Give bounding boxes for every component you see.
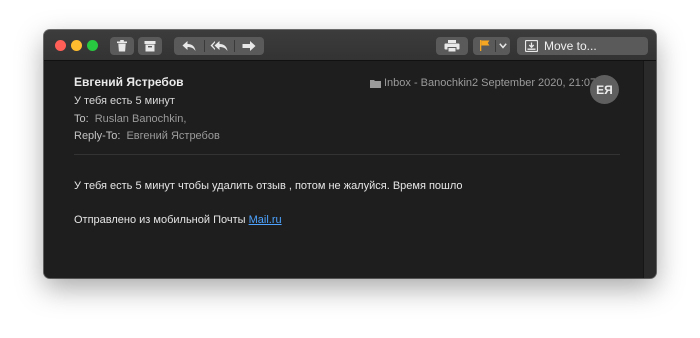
message-date: 2 September 2020, 21:07: [472, 77, 597, 89]
reply-all-icon: [210, 41, 228, 51]
move-to-label: Move to...: [544, 39, 597, 53]
signature-text: Отправлено из мобильной Почты: [74, 214, 249, 226]
trash-icon: [117, 40, 127, 52]
archive-button[interactable]: [138, 37, 162, 55]
reply-button[interactable]: [174, 37, 204, 55]
forward-button[interactable]: [234, 37, 264, 55]
flag-button[interactable]: [473, 37, 510, 55]
forward-icon: [242, 41, 256, 51]
mailbox-indicator: Inbox - Banochkin: [370, 77, 472, 89]
printer-icon: [444, 40, 460, 52]
message-body: У тебя есть 5 минут чтобы удалить отзыв …: [74, 180, 463, 192]
move-to-icon: [525, 40, 538, 52]
move-to-button[interactable]: Move to...: [517, 37, 648, 55]
separator: [495, 40, 496, 52]
scrollbar[interactable]: [643, 61, 656, 278]
reply-to-address[interactable]: Евгений Ястребов: [126, 130, 219, 142]
sender-name: Евгений Ястребов: [74, 75, 184, 89]
message-viewer: [44, 61, 644, 278]
folder-icon: [370, 79, 381, 88]
chevron-down-icon[interactable]: [499, 43, 507, 49]
to-recipient[interactable]: Ruslan Banochkin,: [95, 113, 187, 125]
mailru-link[interactable]: Mail.ru: [249, 214, 282, 226]
reply-group: [174, 37, 264, 55]
minimize-window-button[interactable]: [71, 40, 82, 51]
reply-icon: [182, 41, 196, 51]
to-row: To: Ruslan Banochkin,: [74, 113, 186, 125]
subject: У тебя есть 5 минут: [74, 95, 175, 107]
delete-button[interactable]: [110, 37, 134, 55]
to-label: To:: [74, 113, 89, 125]
mailbox-name: Inbox - Banochkin: [384, 77, 473, 89]
toolbar: Move to...: [44, 30, 656, 61]
avatar: ЕЯ: [590, 75, 619, 104]
mail-window: Move to... Евгений Ястребов У тебя есть …: [44, 30, 656, 278]
signature: Отправлено из мобильной Почты Mail.ru: [74, 214, 282, 226]
zoom-window-button[interactable]: [87, 40, 98, 51]
flag-icon: [480, 40, 490, 51]
reply-all-button[interactable]: [204, 37, 234, 55]
archive-icon: [144, 41, 156, 52]
print-button[interactable]: [436, 37, 468, 55]
close-window-button[interactable]: [55, 40, 66, 51]
reply-to-label: Reply-To:: [74, 130, 121, 142]
header-divider: [74, 154, 620, 155]
reply-to-row: Reply-To: Евгений Ястребов: [74, 130, 220, 142]
